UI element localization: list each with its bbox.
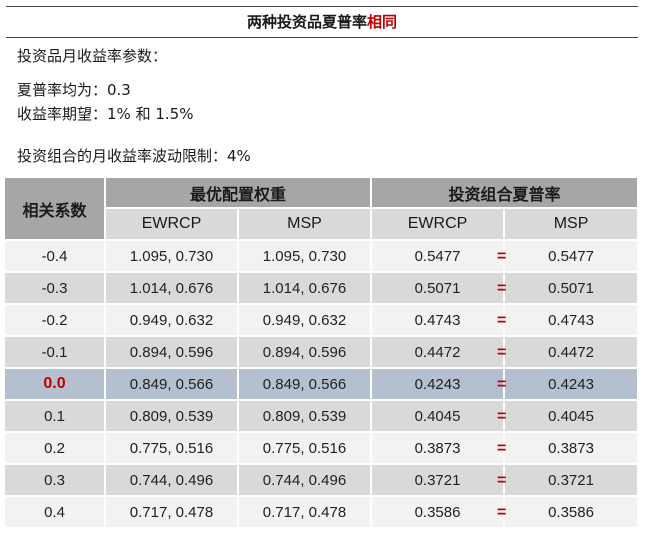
table-row: 0.0 0.849, 0.566 0.849, 0.566 0.4243 = 0.4243 bbox=[5, 369, 638, 401]
sharpe-msp-cell: = 0.4472 bbox=[497, 337, 638, 369]
sharpe-msp-cell: = 0.3586 bbox=[497, 497, 638, 529]
sharpe-msp-value: 0.4045 bbox=[548, 407, 594, 425]
equals-sign: = bbox=[497, 407, 507, 425]
sharpe-msp-cell: = 0.4243 bbox=[497, 369, 638, 401]
corr-cell: 0.4 bbox=[5, 497, 106, 529]
equals-sign: = bbox=[497, 279, 507, 297]
corr-cell: -0.1 bbox=[5, 337, 106, 369]
equals-sign: = bbox=[497, 439, 507, 457]
title-highlight: 相同 bbox=[367, 13, 398, 31]
sub-header-ewrcp-weights: EWRCP bbox=[106, 209, 239, 241]
corr-cell: 0.3 bbox=[5, 465, 106, 497]
corr-header: 相关系数 bbox=[5, 178, 106, 241]
sharpe-ewrcp-cell: 0.5071 bbox=[372, 273, 506, 305]
param-vol-limit: 投资组合的月收益率波动限制：4% bbox=[17, 147, 251, 165]
weight-msp-cell: 0.717, 0.478 bbox=[239, 497, 373, 529]
sharpe-msp-value: 0.4243 bbox=[548, 375, 594, 393]
table-row: -0.4 1.095, 0.730 1.095, 0.730 0.5477 = 0.547… bbox=[5, 241, 638, 273]
weight-ewrcp-cell: 1.014, 0.676 bbox=[106, 273, 239, 305]
weight-ewrcp-cell: 0.775, 0.516 bbox=[106, 433, 239, 465]
params-heading: 投资品月收益率参数： bbox=[17, 47, 168, 65]
sharpe-msp-value: 0.3586 bbox=[548, 503, 594, 521]
table-row: 0.2 0.775, 0.516 0.775, 0.516 0.3873 = 0.3873 bbox=[5, 433, 638, 465]
equals-sign: = bbox=[497, 247, 507, 265]
sharpe-ewrcp-cell: 0.3586 bbox=[372, 497, 506, 529]
results-table: 相关系数 最优配置权重 投资组合夏普率 EWRCP MSP EWRCP MSP … bbox=[5, 178, 638, 529]
weight-ewrcp-cell: 1.095, 0.730 bbox=[106, 241, 239, 273]
sub-header-msp-sharpe: MSP bbox=[505, 209, 638, 241]
sharpe-msp-cell: = 0.4045 bbox=[497, 401, 638, 433]
sub-header-msp-weights: MSP bbox=[239, 209, 373, 241]
sharpe-ewrcp-cell: 0.5477 bbox=[372, 241, 506, 273]
corr-cell: 0.0 bbox=[5, 369, 106, 401]
group-header-sharpe: 投资组合夏普率 bbox=[372, 178, 638, 209]
corr-cell: 0.2 bbox=[5, 433, 106, 465]
corr-cell: -0.3 bbox=[5, 273, 106, 305]
param-expected: 收益率期望：1% 和 1.5% bbox=[17, 105, 194, 123]
group-header-weights: 最优配置权重 bbox=[106, 178, 373, 209]
title-text: 两种投资品夏普率 bbox=[246, 13, 367, 31]
sharpe-msp-value: 0.4743 bbox=[548, 311, 594, 329]
sharpe-msp-cell: = 0.4743 bbox=[497, 305, 638, 337]
weight-ewrcp-cell: 0.717, 0.478 bbox=[106, 497, 239, 529]
param-sharpe: 夏普率均为：0.3 bbox=[17, 81, 131, 99]
equals-sign: = bbox=[497, 311, 507, 329]
weight-msp-cell: 0.949, 0.632 bbox=[239, 305, 373, 337]
weight-msp-cell: 0.809, 0.539 bbox=[239, 401, 373, 433]
sharpe-ewrcp-cell: 0.4243 bbox=[372, 369, 506, 401]
weight-ewrcp-cell: 0.744, 0.496 bbox=[106, 465, 239, 497]
sharpe-msp-value: 0.3873 bbox=[548, 439, 594, 457]
table-body: -0.4 1.095, 0.730 1.095, 0.730 0.5477 = 0.547… bbox=[5, 241, 638, 529]
page-title: 两种投资品夏普率相同 bbox=[6, 6, 638, 38]
sharpe-msp-cell: = 0.3873 bbox=[497, 433, 638, 465]
table-row: -0.2 0.949, 0.632 0.949, 0.632 0.4743 = 0.474… bbox=[5, 305, 638, 337]
sharpe-msp-value: 0.5477 bbox=[548, 247, 594, 265]
weight-msp-cell: 1.095, 0.730 bbox=[239, 241, 373, 273]
sharpe-msp-value: 0.5071 bbox=[548, 279, 594, 297]
table-row: -0.3 1.014, 0.676 1.014, 0.676 0.5071 = 0.507… bbox=[5, 273, 638, 305]
weight-ewrcp-cell: 0.949, 0.632 bbox=[106, 305, 239, 337]
weight-msp-cell: 0.744, 0.496 bbox=[239, 465, 373, 497]
sharpe-ewrcp-cell: 0.4472 bbox=[372, 337, 506, 369]
sharpe-ewrcp-cell: 0.4045 bbox=[372, 401, 506, 433]
weight-msp-cell: 0.894, 0.596 bbox=[239, 337, 373, 369]
equals-sign: = bbox=[497, 503, 507, 521]
sharpe-msp-cell: = 0.5477 bbox=[497, 241, 638, 273]
sharpe-msp-value: 0.3721 bbox=[548, 471, 594, 489]
sub-header-ewrcp-sharpe: EWRCP bbox=[372, 209, 506, 241]
table-row: -0.1 0.894, 0.596 0.894, 0.596 0.4472 = 0.447… bbox=[5, 337, 638, 369]
sharpe-msp-cell: = 0.5071 bbox=[497, 273, 638, 305]
sharpe-ewrcp-cell: 0.3721 bbox=[372, 465, 506, 497]
weight-ewrcp-cell: 0.809, 0.539 bbox=[106, 401, 239, 433]
sharpe-ewrcp-cell: 0.3873 bbox=[372, 433, 506, 465]
equals-sign: = bbox=[497, 471, 507, 489]
weight-msp-cell: 0.849, 0.566 bbox=[239, 369, 373, 401]
corr-cell: -0.4 bbox=[5, 241, 106, 273]
equals-sign: = bbox=[497, 343, 507, 361]
table-row: 0.3 0.744, 0.496 0.744, 0.496 0.3721 = 0.3721 bbox=[5, 465, 638, 497]
weight-ewrcp-cell: 0.849, 0.566 bbox=[106, 369, 239, 401]
table-row: 0.1 0.809, 0.539 0.809, 0.539 0.4045 = 0.4045 bbox=[5, 401, 638, 433]
equals-sign: = bbox=[497, 375, 507, 393]
sharpe-msp-value: 0.4472 bbox=[548, 343, 594, 361]
corr-cell: -0.2 bbox=[5, 305, 106, 337]
weight-ewrcp-cell: 0.894, 0.596 bbox=[106, 337, 239, 369]
sharpe-msp-cell: = 0.3721 bbox=[497, 465, 638, 497]
sharpe-ewrcp-cell: 0.4743 bbox=[372, 305, 506, 337]
weight-msp-cell: 0.775, 0.516 bbox=[239, 433, 373, 465]
weight-msp-cell: 1.014, 0.676 bbox=[239, 273, 373, 305]
table-row: 0.4 0.717, 0.478 0.717, 0.478 0.3586 = 0.3586 bbox=[5, 497, 638, 529]
corr-cell: 0.1 bbox=[5, 401, 106, 433]
